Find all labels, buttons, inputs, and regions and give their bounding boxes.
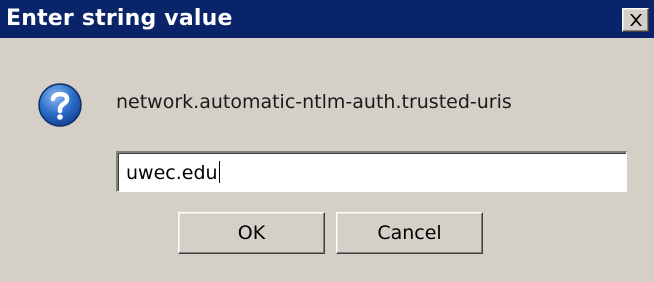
- close-icon: [630, 14, 642, 26]
- string-value-input[interactable]: uwec.edu: [116, 151, 627, 192]
- cancel-button[interactable]: Cancel: [336, 212, 483, 254]
- preference-name-label: network.automatic-ntlm-auth.trusted-uris: [116, 91, 512, 113]
- title-bar[interactable]: Enter string value: [0, 0, 654, 38]
- input-value-text: uwec.edu: [126, 161, 220, 184]
- dialog-title: Enter string value: [6, 6, 233, 31]
- question-icon: [38, 83, 82, 127]
- text-caret: [218, 161, 220, 183]
- string-prompt-dialog: Enter string value network.automatic-ntl…: [0, 0, 654, 282]
- ok-button[interactable]: OK: [178, 212, 325, 254]
- close-button[interactable]: [622, 8, 649, 32]
